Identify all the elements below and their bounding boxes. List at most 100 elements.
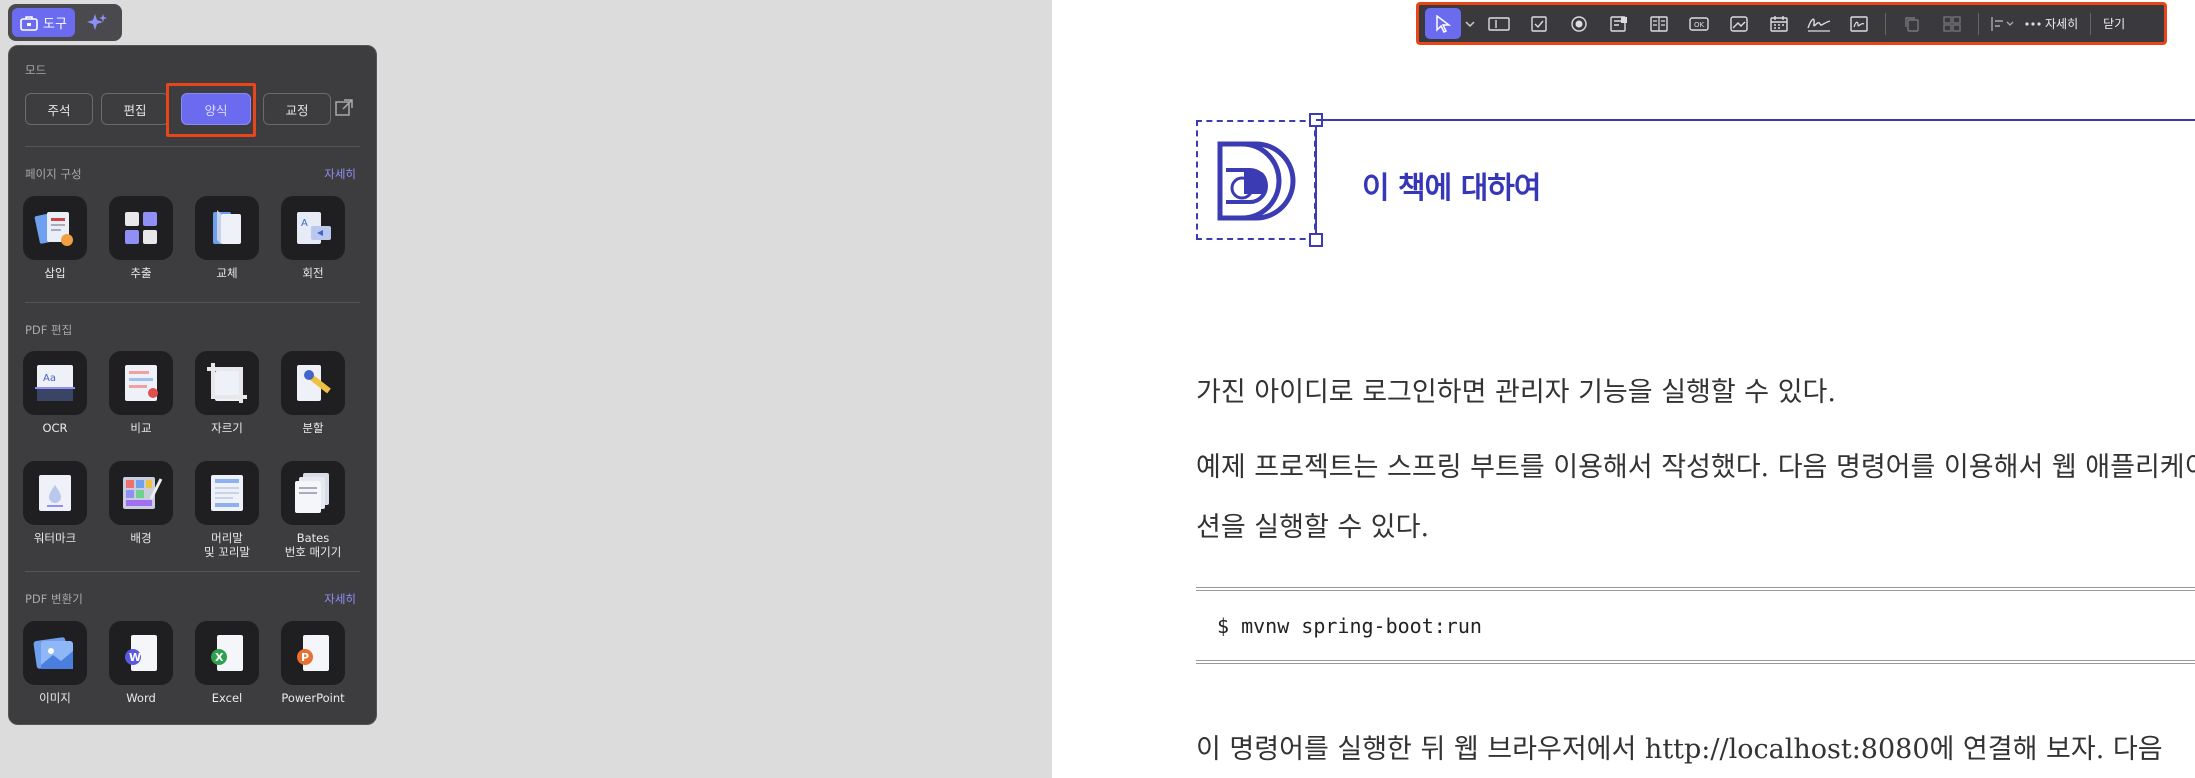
tool-label: Excel: [211, 691, 243, 705]
tool-label: Bates 번호 매기기: [284, 531, 342, 559]
checkbox-tool[interactable]: [1519, 8, 1559, 39]
header-footer-icon: [211, 475, 243, 511]
tools-panel: 모드 주석 편집 양식 교정 페이지 구성 자세히 삽입 추출 교체 A 회전 …: [8, 45, 377, 725]
pdf-edit-title: PDF 편집: [25, 323, 73, 337]
cursor-arrow-icon: [1436, 14, 1451, 33]
code-rule-bottom: [1196, 660, 2195, 664]
tool-rotate[interactable]: A 회전: [281, 196, 345, 280]
tool-label: 자르기: [211, 421, 243, 435]
mode-highlight-box: [166, 83, 256, 137]
tool-pill: 도구: [8, 4, 122, 41]
tool-label: 배경: [130, 531, 152, 545]
tool-label: 회전: [302, 266, 324, 280]
image-field-tool[interactable]: [1719, 8, 1759, 39]
mode-edit-button[interactable]: 편집: [101, 93, 169, 125]
tool-crop[interactable]: 자르기: [195, 351, 259, 435]
mode-section-title: 모드: [25, 63, 47, 77]
form-toolbar: OK 자세히 닫기: [1416, 2, 2167, 45]
chapter-rule: [1316, 119, 2195, 121]
insert-pages-icon: [34, 212, 73, 246]
pdf-convert-more-link[interactable]: 자세히: [324, 591, 356, 607]
mode-redact-button[interactable]: 교정: [263, 93, 331, 125]
copy-icon: [1905, 16, 1919, 32]
chevron-down-icon: [1465, 20, 1475, 27]
background-icon: [123, 477, 163, 509]
more-dots-icon: [2025, 21, 2041, 26]
watermark-icon: [39, 475, 71, 511]
paragraph-4: 이 명령어를 실행한 뒤 웹 브라우저에서 http://localhost:8…: [1196, 734, 2163, 765]
extract-pages-icon: [125, 212, 157, 244]
svg-text:Aa: Aa: [43, 373, 56, 384]
page-org-more-link[interactable]: 자세히: [324, 166, 356, 182]
toolbar-separator: [1978, 12, 1979, 35]
tool-label: 이미지: [39, 691, 71, 705]
list-box-icon: [1650, 15, 1668, 32]
align-tool[interactable]: [1985, 8, 2019, 39]
pdf-edit-grid-2: 워터마크 배경 머리말 및 꼬리말 Bates 번호 매기기: [23, 461, 345, 559]
powerpoint-convert-icon: P: [297, 635, 329, 671]
image-convert-icon: [33, 637, 73, 669]
bates-numbering-icon: [295, 473, 329, 513]
select-dropdown[interactable]: [1461, 8, 1479, 39]
split-icon: [297, 365, 331, 401]
book-logo-icon: [1217, 141, 1296, 221]
date-field-tool[interactable]: [1759, 8, 1799, 39]
divider: [25, 146, 360, 147]
tool-replace[interactable]: 교체: [195, 196, 259, 280]
tool-split[interactable]: 분할: [281, 351, 345, 435]
tool-header-footer[interactable]: 머리말 및 꼬리말: [195, 461, 259, 559]
paragraph-1: 가진 아이디로 로그인하면 관리자 기능을 실행할 수 있다.: [1196, 377, 1836, 408]
tool-label: 분할: [302, 421, 324, 435]
tool-compare[interactable]: 비교: [109, 351, 173, 435]
checkbox-icon: [1531, 15, 1547, 32]
signature-field-tool[interactable]: [1799, 8, 1839, 39]
combo-box-icon: [1610, 15, 1627, 32]
tool-background[interactable]: 배경: [109, 461, 173, 559]
ocr-icon: Aa: [35, 365, 75, 401]
tool-convert-image[interactable]: 이미지: [23, 621, 87, 705]
code-rule-top: [1196, 587, 2195, 591]
close-button[interactable]: 닫기: [2097, 15, 2131, 32]
selection-edge: [1315, 120, 1317, 240]
tool-extract[interactable]: 추출: [109, 196, 173, 280]
tool-ocr[interactable]: Aa OCR: [23, 351, 87, 435]
tool-watermark[interactable]: 워터마크: [23, 461, 87, 559]
tool-convert-powerpoint[interactable]: P PowerPoint: [281, 621, 345, 705]
copy-field-tool[interactable]: [1892, 8, 1932, 39]
tool-label: OCR: [42, 421, 68, 435]
digital-signature-tool[interactable]: [1839, 8, 1879, 39]
paragraph-2: 예제 프로젝트는 스프링 부트를 이용해서 작성했다. 다음 명령어를 이용해서…: [1196, 452, 2195, 483]
button-ok-icon: OK: [1689, 16, 1709, 31]
grid-layout-tool[interactable]: [1932, 8, 1972, 39]
tool-label: Word: [126, 691, 156, 705]
digital-signature-icon: [1850, 15, 1868, 32]
tool-label: PowerPoint: [281, 691, 345, 705]
tool-convert-excel[interactable]: X Excel: [195, 621, 259, 705]
more-button[interactable]: 자세히: [2019, 15, 2084, 32]
ai-sparkle-button[interactable]: [79, 8, 115, 37]
resize-handle-bottom-right[interactable]: [1309, 233, 1323, 247]
tools-label: 도구: [43, 17, 67, 32]
tool-convert-word[interactable]: W Word: [109, 621, 173, 705]
align-left-icon: [1991, 16, 2014, 31]
logo-selection-box[interactable]: [1196, 120, 1316, 240]
tools-button[interactable]: 도구: [12, 8, 75, 37]
rotate-pages-icon: A: [297, 212, 331, 244]
tool-label: 비교: [130, 421, 152, 435]
tool-bates[interactable]: Bates 번호 매기기: [281, 461, 345, 559]
svg-text:W: W: [129, 651, 141, 664]
text-field-tool[interactable]: [1479, 8, 1519, 39]
replace-pages-icon: [213, 210, 241, 244]
combo-box-tool[interactable]: [1599, 8, 1639, 39]
button-tool[interactable]: OK: [1679, 8, 1719, 39]
external-open-icon[interactable]: [334, 98, 354, 118]
select-tool-button[interactable]: [1425, 8, 1461, 39]
calendar-icon: [1770, 15, 1788, 32]
svg-text:X: X: [215, 651, 224, 664]
tool-label: 삽입: [44, 266, 66, 280]
radio-button-tool[interactable]: [1559, 8, 1599, 39]
radio-button-icon: [1571, 15, 1587, 32]
list-box-tool[interactable]: [1639, 8, 1679, 39]
mode-annotate-button[interactable]: 주석: [25, 93, 93, 125]
tool-insert[interactable]: 삽입: [23, 196, 87, 280]
